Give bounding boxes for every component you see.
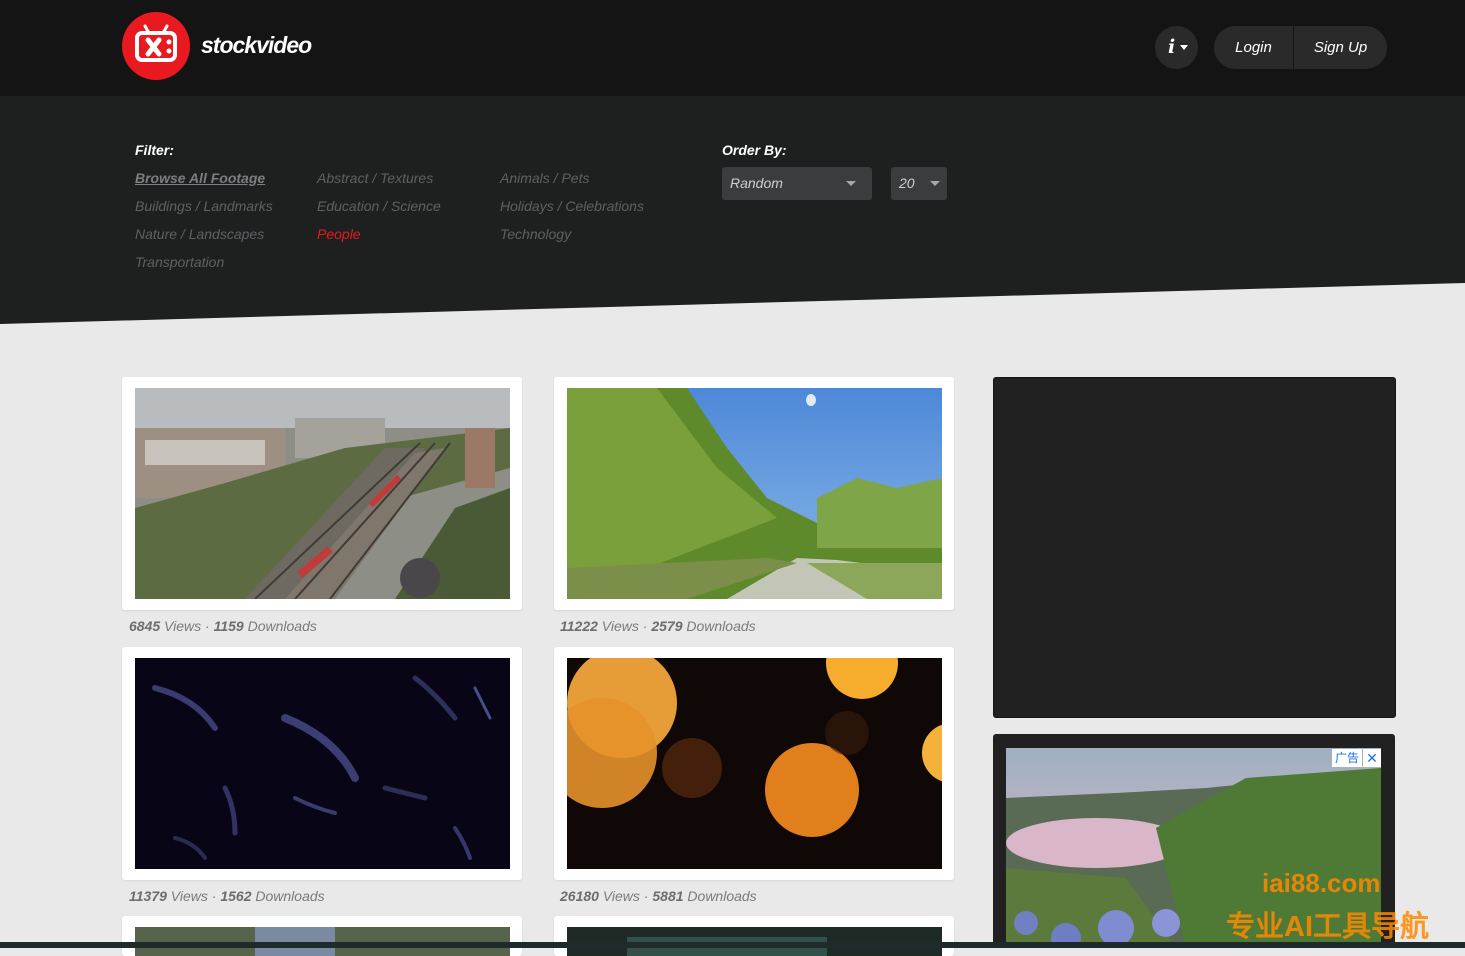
top-header: stockvideo i Login Sign Up: [0, 0, 1465, 96]
watermark-tagline: 专业AI工具导航: [1226, 911, 1430, 943]
filter-abstract-textures[interactable]: Abstract / Textures: [317, 166, 441, 194]
dropdown-arrow-icon: [846, 181, 856, 186]
video-stats: 26180 Views · 5881 Downloads: [560, 888, 757, 904]
chevron-down-icon: [1180, 45, 1188, 50]
info-icon: i: [1168, 36, 1176, 58]
order-by-select[interactable]: Random: [722, 167, 872, 200]
filter-column-2: Abstract / Textures Education / Science …: [317, 166, 441, 250]
video-stats: 6845 Views · 1159 Downloads: [129, 618, 317, 634]
signup-button[interactable]: Sign Up: [1294, 26, 1387, 69]
sidebar-placeholder: [993, 377, 1396, 718]
video-card[interactable]: [554, 647, 954, 880]
dropdown-arrow-icon: [930, 181, 940, 186]
filter-animals-pets[interactable]: Animals / Pets: [500, 166, 644, 194]
order-by-label: Order By:: [722, 142, 787, 158]
video-card[interactable]: [122, 647, 522, 880]
filter-education-science[interactable]: Education / Science: [317, 194, 441, 222]
filter-people[interactable]: People: [317, 222, 441, 250]
filter-label: Filter:: [135, 142, 174, 158]
info-menu-button[interactable]: i: [1155, 26, 1198, 69]
filter-column-3: Animals / Pets Holidays / Celebrations T…: [500, 166, 644, 250]
per-page-value: 20: [899, 175, 915, 191]
close-icon[interactable]: ✕: [1363, 749, 1381, 767]
video-card[interactable]: [122, 916, 522, 956]
order-by-value: Random: [730, 175, 783, 191]
filter-panel: Filter: Browse All Footage Buildings / L…: [0, 96, 1465, 324]
filter-column-1: Browse All Footage Buildings / Landmarks…: [135, 166, 273, 278]
bottom-edge: [0, 942, 1465, 948]
watermark-domain: iai88.com: [1262, 868, 1381, 898]
login-button[interactable]: Login: [1214, 26, 1293, 69]
video-stats: 11222 Views · 2579 Downloads: [560, 618, 756, 634]
filter-nature-landscapes[interactable]: Nature / Landscapes: [135, 222, 273, 250]
video-thumbnail[interactable]: [567, 658, 942, 869]
logo-badge-icon: [122, 12, 190, 80]
video-thumbnail[interactable]: [135, 388, 510, 599]
filter-holidays-celebrations[interactable]: Holidays / Celebrations: [500, 194, 644, 222]
logo-wordmark: stockvideo: [201, 32, 312, 58]
video-card[interactable]: [554, 377, 954, 610]
filter-browse-all[interactable]: Browse All Footage: [135, 166, 273, 194]
auth-group: Login Sign Up: [1214, 26, 1387, 69]
video-card[interactable]: [554, 916, 954, 956]
video-thumbnail[interactable]: [135, 658, 510, 869]
per-page-select[interactable]: 20: [891, 167, 947, 200]
video-thumbnail[interactable]: [567, 388, 942, 599]
filter-technology[interactable]: Technology: [500, 222, 644, 250]
video-card[interactable]: [122, 377, 522, 610]
site-logo[interactable]: stockvideo: [122, 12, 342, 82]
filter-transportation[interactable]: Transportation: [135, 250, 273, 278]
filter-buildings-landmarks[interactable]: Buildings / Landmarks: [135, 194, 273, 222]
video-stats: 11379 Views · 1562 Downloads: [129, 888, 325, 904]
ad-label: 广告: [1331, 749, 1362, 767]
